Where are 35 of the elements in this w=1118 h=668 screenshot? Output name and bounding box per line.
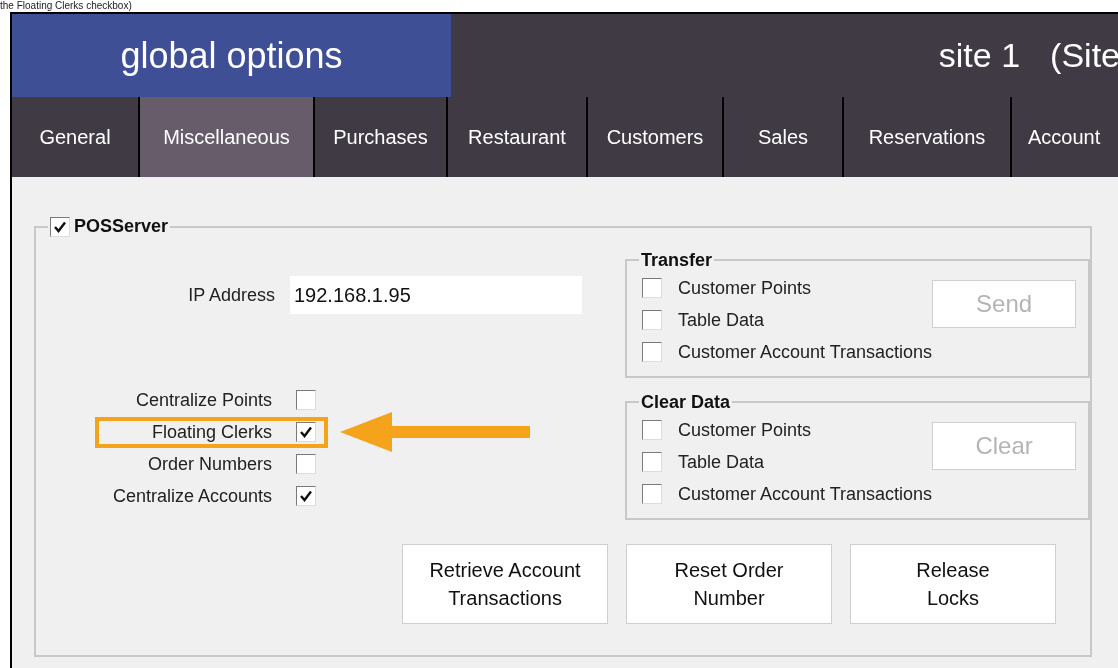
checkbox-label: Table Data [678, 308, 765, 332]
checkbox[interactable] [642, 420, 662, 440]
site-label: (Site [1050, 35, 1118, 76]
arrow-icon [340, 412, 530, 452]
checkbox-label: Customer Points [678, 276, 812, 300]
checkbox[interactable] [296, 486, 316, 506]
option-label: Floating Clerks [150, 420, 272, 444]
field-label: IP Address [187, 283, 275, 307]
option-label: Centralize Points [134, 388, 272, 412]
group-title: Clear Data [640, 392, 732, 412]
caption-text: the Floating Clerks checkbox) [0, 0, 132, 12]
checkbox[interactable] [642, 278, 662, 298]
group-title: POSServer [74, 215, 169, 238]
checkbox[interactable] [642, 342, 662, 362]
checkbox[interactable] [642, 484, 662, 504]
checkbox[interactable] [296, 454, 316, 474]
option-label: Centralize Accounts [111, 484, 272, 508]
ip-address-field[interactable]: 192.168.1.95 [290, 276, 582, 314]
checkbox-label: Customer Account Transactions [678, 340, 933, 364]
checkbox-label: Customer Account Transactions [678, 482, 933, 506]
site-name: site 1 [938, 35, 1021, 76]
action-button[interactable]: Reset Order Number [626, 544, 832, 624]
group-title: Transfer [640, 250, 714, 270]
checkbox-label: Customer Points [678, 418, 812, 442]
tab[interactable]: Miscellaneous [140, 97, 315, 177]
window-title: global options [120, 33, 343, 78]
option-label: Order Numbers [146, 452, 272, 476]
checkbox[interactable] [50, 216, 70, 237]
checkbox[interactable] [642, 452, 662, 472]
checkbox[interactable] [296, 390, 316, 410]
checkbox-label: Table Data [678, 450, 765, 474]
action-button[interactable]: Release Locks [850, 544, 1056, 624]
checkbox[interactable] [296, 422, 316, 442]
action-button[interactable]: Retrieve Account Transactions [402, 544, 608, 624]
checkbox[interactable] [642, 310, 662, 330]
